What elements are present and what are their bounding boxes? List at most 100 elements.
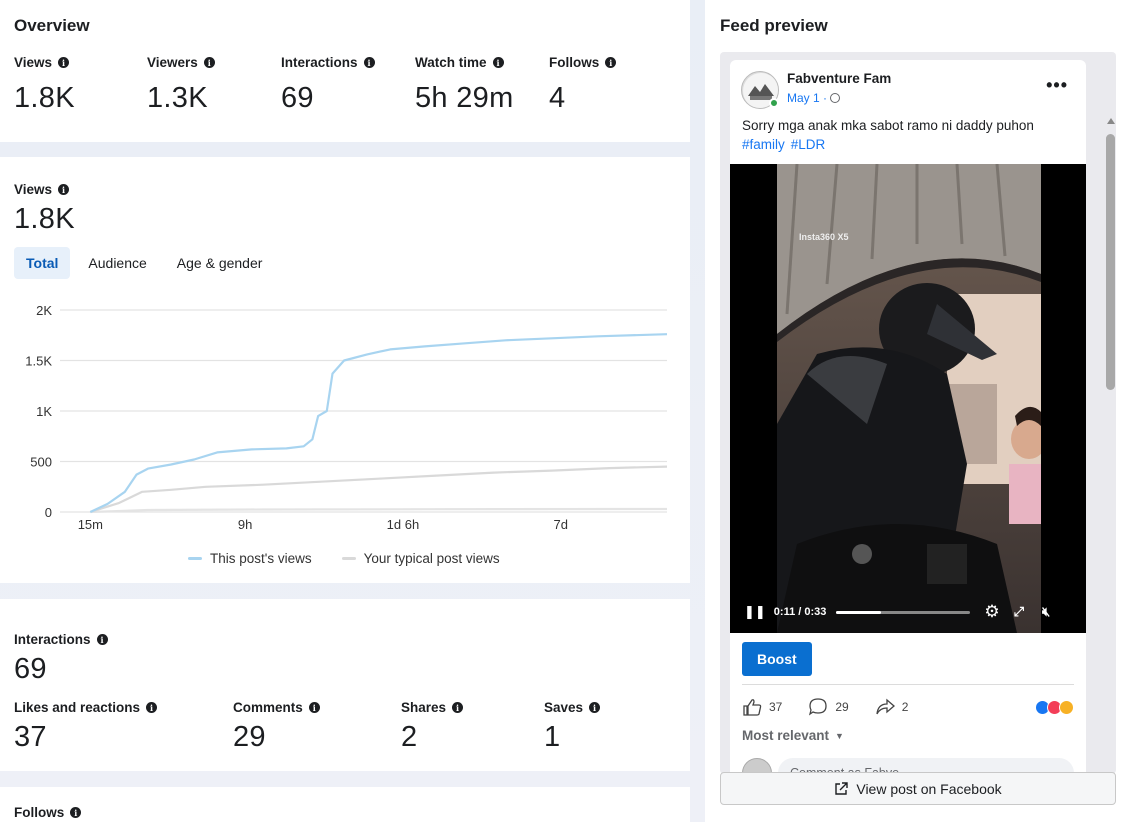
metric-value: 4	[549, 82, 566, 114]
metric-value: 69	[281, 82, 314, 114]
metric-interactions: Interactions i 69	[281, 55, 375, 115]
boost-button[interactable]: Boost	[742, 642, 812, 676]
share-icon	[876, 698, 895, 715]
feed-scroll-area[interactable]: Fabventure Fam May 1 · ••• Sorry mga ana…	[720, 52, 1116, 774]
metric-comments: Comments i 29	[233, 700, 320, 754]
video-player[interactable]: Insta360 X5 ❚❚ 0:11 / 0:33 ⚙ ⤢ 🔇︎	[730, 164, 1086, 633]
legend-label: Your typical post views	[363, 551, 500, 566]
metric-views: Views i 1.8K	[14, 55, 75, 115]
metric-likes: Likes and reactions i 37	[14, 700, 158, 754]
legend-item-typical[interactable]: Your typical post views	[341, 551, 500, 566]
metric-label: Likes and reactions	[14, 700, 141, 715]
page-name[interactable]: Fabventure Fam	[787, 71, 891, 86]
info-icon[interactable]: i	[492, 57, 504, 68]
pause-icon[interactable]: ❚❚	[744, 604, 766, 620]
metric-label: Follows	[549, 55, 600, 70]
views-tabs: Total Audience Age & gender	[14, 247, 274, 279]
follows-label: Follows	[14, 805, 65, 820]
video-seek-bar[interactable]	[836, 610, 971, 614]
info-icon[interactable]: i	[589, 702, 601, 713]
external-link-icon	[835, 781, 849, 795]
chart-legend: This post's views Your typical post view…	[188, 551, 500, 566]
metric-viewers: Viewers i 1.3K	[147, 55, 215, 115]
fullscreen-icon[interactable]: ⤢	[1014, 604, 1024, 620]
more-options-icon[interactable]: •••	[1046, 75, 1068, 96]
x-tick-label: 15m	[78, 517, 103, 532]
legend-swatch	[188, 557, 202, 560]
post-card: Fabventure Fam May 1 · ••• Sorry mga ana…	[730, 60, 1086, 774]
y-tick-label: 1K	[36, 404, 52, 419]
reaction-emoji-stack[interactable]	[1035, 699, 1074, 715]
metric-saves: Saves i 1	[544, 700, 601, 754]
metric-value: 1.3K	[147, 82, 208, 114]
info-icon[interactable]: i	[203, 57, 215, 68]
video-controls: ❚❚ 0:11 / 0:33 ⚙ ⤢ 🔇︎	[730, 601, 1086, 623]
tab-total[interactable]: Total	[14, 247, 71, 279]
info-icon[interactable]: i	[308, 702, 320, 713]
video-watermark: Insta360 X5	[799, 232, 849, 242]
info-icon[interactable]: i	[605, 57, 617, 68]
chevron-down-icon: ▼	[835, 730, 844, 741]
likes-count: 37	[769, 700, 783, 714]
post-date[interactable]: May 1 ·	[787, 91, 841, 105]
tab-age-gender[interactable]: Age & gender	[165, 247, 275, 279]
info-icon[interactable]: i	[146, 702, 158, 713]
views-label: Views	[14, 182, 53, 197]
scroll-up-icon[interactable]	[1107, 118, 1115, 124]
metric-value: 1.8K	[14, 82, 75, 114]
interactions-summary: Interactions i 69	[14, 632, 108, 686]
metric-label: Saves	[544, 700, 584, 715]
share-action[interactable]: 2	[875, 698, 909, 716]
x-tick-label: 9h	[238, 517, 252, 532]
info-icon[interactable]: i	[58, 184, 70, 195]
shares-count: 2	[901, 700, 909, 714]
video-frame: Insta360 X5	[777, 164, 1041, 633]
legend-item-this-post[interactable]: This post's views	[188, 551, 312, 566]
series-line-your-typical-post-views[interactable]	[89, 465, 668, 514]
metric-follows: Follows i 4	[549, 55, 617, 115]
x-tick-label: 7d	[554, 517, 568, 532]
most-relevant-dropdown[interactable]: Most relevant ▼	[742, 728, 844, 743]
video-seek-progress	[836, 610, 881, 614]
info-icon[interactable]: i	[96, 634, 108, 645]
like-icon	[743, 699, 762, 716]
post-caption: Sorry mga anak mka sabot ramo ni daddy p…	[742, 116, 1077, 154]
metric-watch-time: Watch time i 5h 29m	[415, 55, 514, 115]
metric-label: Watch time	[415, 55, 487, 70]
info-icon[interactable]: i	[58, 57, 70, 68]
sad-reaction-icon	[1059, 699, 1074, 715]
settings-gear-icon[interactable]: ⚙	[984, 602, 999, 622]
metric-value: 5h 29m	[415, 82, 514, 114]
views-value: 1.8K	[14, 203, 75, 235]
hashtag-ldr[interactable]: #LDR	[791, 137, 826, 152]
like-action[interactable]: 37	[742, 698, 782, 716]
post-date-text: May 1 ·	[787, 91, 828, 105]
hashtag-family[interactable]: #family	[742, 137, 785, 152]
views-line-chart: 0 500 1K 1.5K 2K 15m 9h 1d 6h 7d	[25, 303, 668, 532]
info-icon[interactable]: i	[452, 702, 464, 713]
metric-shares: Shares i 2	[401, 700, 464, 754]
interactions-label: Interactions	[14, 632, 91, 647]
reaction-bar: 37 29 2	[742, 692, 1074, 722]
video-time: 0:11 / 0:33	[773, 606, 827, 618]
divider	[742, 684, 1074, 685]
metric-label: Shares	[401, 700, 447, 715]
view-post-on-facebook-button[interactable]: View post on Facebook	[720, 772, 1116, 805]
y-tick-label: 1.5K	[25, 354, 52, 369]
feed-scrollbar[interactable]	[1106, 112, 1116, 774]
most-relevant-label: Most relevant	[742, 728, 830, 743]
overview-card: Overview Views i 1.8K Viewers i 1.3K Inter…	[0, 0, 690, 142]
info-icon[interactable]: i	[363, 57, 375, 68]
legend-swatch	[341, 557, 356, 560]
overview-title: Overview	[14, 16, 90, 35]
tab-audience[interactable]: Audience	[76, 247, 158, 279]
y-tick-label: 0	[45, 505, 52, 520]
scroll-thumb[interactable]	[1106, 134, 1115, 390]
feed-preview-panel: Feed preview Fabventure Fam May 1 · ••• …	[705, 0, 1127, 822]
comment-action[interactable]: 29	[808, 698, 849, 716]
metric-value: 1	[544, 721, 561, 753]
globe-icon	[830, 93, 841, 103]
info-icon[interactable]: i	[70, 807, 82, 818]
metric-value: 37	[14, 721, 47, 753]
mute-icon[interactable]: 🔇︎	[1042, 604, 1050, 620]
